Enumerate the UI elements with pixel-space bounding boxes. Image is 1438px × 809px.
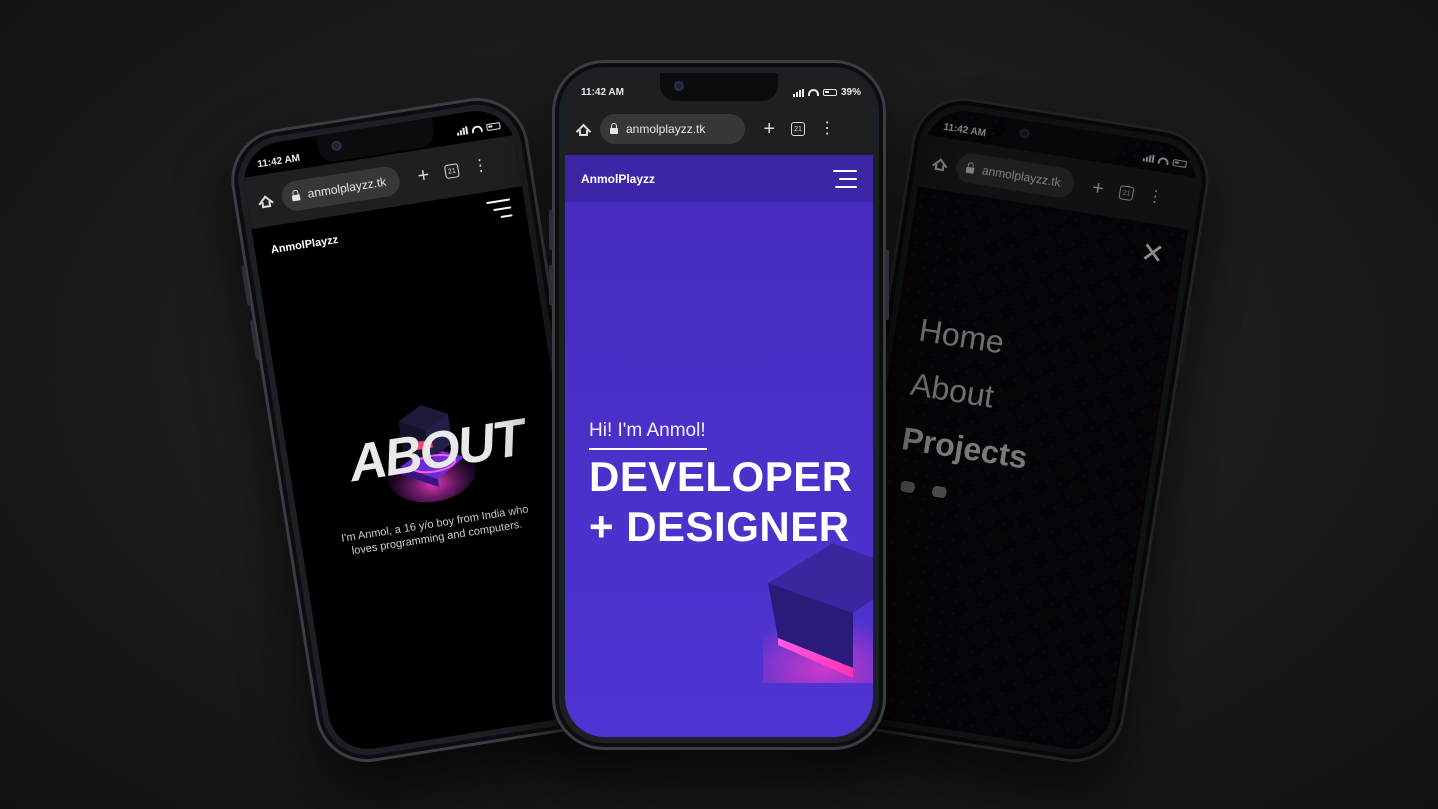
site-header: AnmolPlayzz: [565, 155, 873, 202]
neon-cube-illustration: [763, 543, 873, 683]
browser-toolbar: anmolplayzz.tk + 21 ⋮: [565, 103, 873, 155]
address-bar[interactable]: anmolplayzz.tk: [600, 114, 746, 144]
battery-icon: [1172, 158, 1188, 168]
phone-center-screen: 11:42 AM 39% anmolplayzz.tk + 21 ⋮ Anmol…: [565, 73, 873, 737]
home-icon[interactable]: [577, 124, 590, 136]
phone-right-screen: 11:42 AM anmolplayzz.tk + 21 ⋮ ✕ Home Ab…: [834, 105, 1202, 755]
social-links: [899, 480, 948, 499]
home-icon[interactable]: [258, 194, 273, 207]
phone-left-screen: 11:42 AM anmolplayzz.tk + 21 ⋮ AnmolPlay…: [238, 105, 606, 755]
hamburger-menu-icon[interactable]: [486, 198, 513, 225]
url-text: anmolplayzz.tk: [306, 174, 388, 201]
site-brand[interactable]: AnmolPlayzz: [581, 172, 655, 186]
mockup-stage: 11:42 AM anmolplayzz.tk + 21 ⋮ AnmolPlay…: [0, 0, 1438, 809]
more-menu-icon[interactable]: ⋮: [819, 121, 835, 137]
wifi-icon: [471, 124, 484, 133]
hero-title-line1: DEVELOPER: [589, 453, 853, 500]
battery-icon: [822, 89, 837, 96]
lock-icon: [291, 194, 301, 202]
menu-item-home[interactable]: Home: [917, 312, 1007, 362]
status-time: 11:42 AM: [581, 87, 624, 98]
more-menu-icon[interactable]: ⋮: [471, 156, 489, 175]
new-tab-button[interactable]: +: [763, 119, 775, 139]
new-tab-button[interactable]: +: [416, 164, 431, 188]
new-tab-button[interactable]: +: [1090, 177, 1105, 201]
hero-greeting: Hi! I'm Anmol!: [589, 420, 706, 441]
home-icon[interactable]: [933, 157, 948, 170]
about-heading: ABOUT: [345, 408, 527, 494]
signal-icon: [792, 88, 804, 97]
status-time: 11:42 AM: [942, 121, 987, 140]
about-bio: I'm Anmol, a 16 y/o boy from India who l…: [340, 503, 530, 558]
hamburger-menu-icon[interactable]: [833, 170, 857, 194]
lock-icon: [965, 166, 975, 174]
menu-item-projects[interactable]: Projects: [899, 420, 1030, 476]
twitter-icon[interactable]: [931, 485, 948, 499]
greeting-underline: [589, 448, 707, 450]
status-time: 11:42 AM: [256, 152, 301, 171]
close-menu-icon[interactable]: ✕: [1139, 236, 1167, 270]
url-text: anmolplayzz.tk: [981, 163, 1062, 190]
phone-center: 11:42 AM 39% anmolplayzz.tk + 21 ⋮ Anmol…: [549, 60, 889, 750]
discord-icon[interactable]: [899, 480, 916, 494]
signal-icon: [456, 126, 469, 136]
tab-count-button[interactable]: 21: [443, 163, 460, 180]
more-menu-icon[interactable]: ⋮: [1146, 187, 1164, 206]
tab-count-button[interactable]: 21: [791, 122, 806, 136]
url-text: anmolplayzz.tk: [626, 122, 706, 136]
address-bar[interactable]: anmolplayzz.tk: [954, 151, 1077, 200]
wifi-icon: [1157, 156, 1170, 165]
site-brand[interactable]: AnmolPlayzz: [270, 234, 339, 256]
tab-count-button[interactable]: 21: [1118, 185, 1135, 202]
lock-icon: [610, 123, 618, 134]
menu-item-about[interactable]: About: [908, 366, 996, 416]
address-bar[interactable]: anmolplayzz.tk: [279, 164, 403, 213]
battery-icon: [485, 121, 501, 131]
signal-icon: [1142, 153, 1155, 163]
battery-percent: 39%: [840, 87, 861, 98]
wifi-icon: [807, 89, 819, 96]
